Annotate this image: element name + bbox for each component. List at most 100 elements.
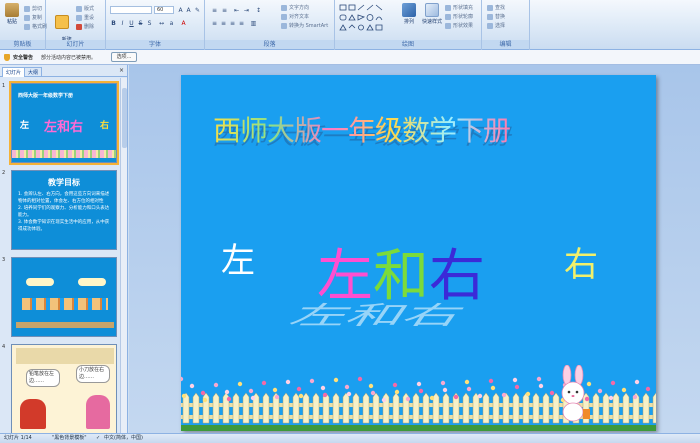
replace-button[interactable]: 替换 — [487, 13, 505, 20]
thumbnail-scrollbar[interactable] — [120, 78, 127, 433]
italic-button[interactable]: I — [119, 20, 126, 27]
layout-button[interactable]: 版式 — [76, 5, 94, 12]
current-slide[interactable]: 西师大版一年级数学下册 西师大版一年级数学下册 左 左和右 左和右 右 — [181, 75, 656, 431]
check-icon[interactable]: ✓ — [96, 434, 100, 443]
flower — [536, 376, 542, 382]
arrange-button[interactable]: 排列 — [399, 3, 419, 25]
strike-button[interactable]: S — [137, 20, 144, 27]
clear-format-button[interactable]: ✎ — [194, 7, 201, 14]
slide-number: 2 — [2, 170, 6, 176]
format-painter-button[interactable]: 格式刷 — [24, 23, 47, 30]
paste-label: 粘贴 — [6, 19, 17, 25]
copy-button[interactable]: 复制 — [24, 14, 42, 21]
smartart-label: 转换为 SmartArt — [289, 23, 329, 29]
thumb-fence-decoration — [12, 150, 116, 158]
slide-number: 4 — [2, 344, 6, 350]
align-center-button[interactable]: ≡ — [220, 20, 227, 27]
pane-tabs: 幻灯片 大纲 × — [0, 65, 128, 77]
columns-button[interactable]: ▥ — [250, 20, 257, 27]
align-right-button[interactable]: ≡ — [229, 20, 236, 27]
find-button[interactable]: 查找 — [487, 4, 505, 11]
justify-button[interactable]: ≡ — [238, 20, 245, 27]
change-case-button[interactable]: a — [168, 20, 175, 27]
flower — [453, 394, 459, 400]
slide-thumbnail-3[interactable] — [11, 257, 117, 337]
decrease-indent-button[interactable]: ⇤ — [233, 7, 240, 14]
numbering-button[interactable]: ≡ — [221, 7, 228, 14]
main-char-left: 左 — [317, 244, 373, 309]
main-char-right: 右 — [429, 244, 485, 309]
editing-group-label: 编辑 — [482, 40, 529, 49]
slide-thumbnail-4[interactable]: 铅笔放在左边…… 小刀放在右边…… — [11, 344, 117, 433]
cursor-icon — [487, 22, 493, 29]
flower — [632, 394, 638, 400]
spacing-button[interactable]: ↔ — [158, 20, 165, 27]
delete-slide-button[interactable]: 删除 — [76, 23, 94, 30]
quick-styles-icon — [425, 3, 439, 17]
language-indicator[interactable]: 中文(简体，中国) — [104, 434, 143, 443]
font-color-button[interactable]: A — [180, 20, 187, 27]
font-size-input[interactable]: 60 — [154, 6, 174, 14]
font-name-input[interactable] — [110, 6, 152, 14]
smartart-button[interactable]: 转换为 SmartArt — [281, 22, 328, 29]
flower — [296, 386, 302, 392]
line-spacing-button[interactable]: ↕ — [255, 7, 262, 14]
cut-button[interactable]: 剪切 — [24, 5, 42, 12]
reset-button[interactable]: 重设 — [76, 14, 94, 21]
tab-slides[interactable]: 幻灯片 — [2, 67, 26, 77]
security-options-button[interactable]: 选项... — [111, 52, 137, 62]
flower — [394, 389, 400, 395]
theme-name[interactable]: "黑色背景模板" — [52, 434, 87, 443]
flower — [261, 380, 267, 386]
flower — [357, 376, 363, 382]
slide-thumbnail-2[interactable]: 教学目标 1. 会辨认左、右方向，会用这些方向词来描述物体的相对位置，体会左、右… — [11, 170, 117, 250]
slide-thumbnail-1[interactable]: 西师大版一年级数学下册 左 左和右 右 — [9, 81, 119, 165]
flower — [272, 387, 278, 393]
flower — [285, 379, 291, 385]
flower — [248, 388, 254, 394]
slide-title[interactable]: 西师大版一年级数学下册 — [213, 109, 511, 149]
tab-outline[interactable]: 大纲 — [24, 67, 43, 77]
flower — [525, 391, 531, 397]
flower — [298, 393, 304, 399]
close-icon[interactable]: × — [119, 67, 124, 74]
effects-icon — [445, 22, 451, 29]
list-item: 1. 会辨认左、右方向，会用这些方向词来描述物体的相对位置，体会左、右方位的相对… — [18, 192, 110, 204]
align-left-button[interactable]: ≡ — [211, 20, 218, 27]
align-text-icon — [281, 13, 287, 20]
main-word[interactable]: 左和右 — [317, 231, 485, 312]
grow-font-button[interactable]: A — [177, 7, 184, 14]
shapes-gallery[interactable] — [339, 4, 395, 34]
thumbnail-list: 1 西师大版一年级数学下册 左 左和右 右 2 教学目标 1. 会辨认左、右方向… — [0, 78, 121, 433]
thumb-speech-bubble — [26, 278, 54, 286]
increase-indent-button[interactable]: ⇥ — [243, 7, 250, 14]
brush-icon — [24, 23, 30, 30]
select-button[interactable]: 选择 — [487, 22, 505, 29]
text-direction-button[interactable]: 文字方向 — [281, 4, 309, 11]
shape-effects-button[interactable]: 形状效果 — [445, 22, 473, 29]
flower — [645, 386, 651, 392]
scrollbar-thumb[interactable] — [122, 88, 127, 148]
quick-styles-button[interactable]: 快速样式 — [421, 3, 443, 25]
arrange-icon — [402, 3, 416, 17]
left-character[interactable]: 左 — [221, 233, 255, 282]
flower — [512, 377, 518, 383]
shadow-button[interactable]: S — [146, 20, 153, 27]
shrink-font-button[interactable]: A — [185, 7, 192, 14]
shape-outline-button[interactable]: 形状轮廓 — [445, 13, 473, 20]
slide-counter: 幻灯片 1/14 — [4, 435, 32, 441]
bullets-button[interactable]: ≡ — [211, 7, 218, 14]
shape-fill-button[interactable]: 形状填充 — [445, 4, 473, 11]
paste-button[interactable]: 粘贴 — [2, 3, 22, 25]
font-group-label: 字体 — [106, 40, 204, 49]
right-character[interactable]: 右 — [564, 237, 598, 286]
text-direction-label: 文字方向 — [289, 5, 310, 11]
shape-outline-label: 形状轮廓 — [453, 14, 474, 20]
bold-button[interactable]: B — [110, 20, 117, 27]
underline-button[interactable]: U — [128, 20, 135, 27]
thumb-objectives: 1. 会辨认左、右方向，会用这些方向词来描述物体的相对位置，体会左、右方位的相对… — [18, 191, 112, 233]
security-message: 部分活动内容已被禁用。 — [41, 55, 97, 61]
delete-label: 删除 — [84, 24, 95, 30]
flower — [202, 397, 208, 403]
align-text-button[interactable]: 对齐文本 — [281, 13, 309, 20]
